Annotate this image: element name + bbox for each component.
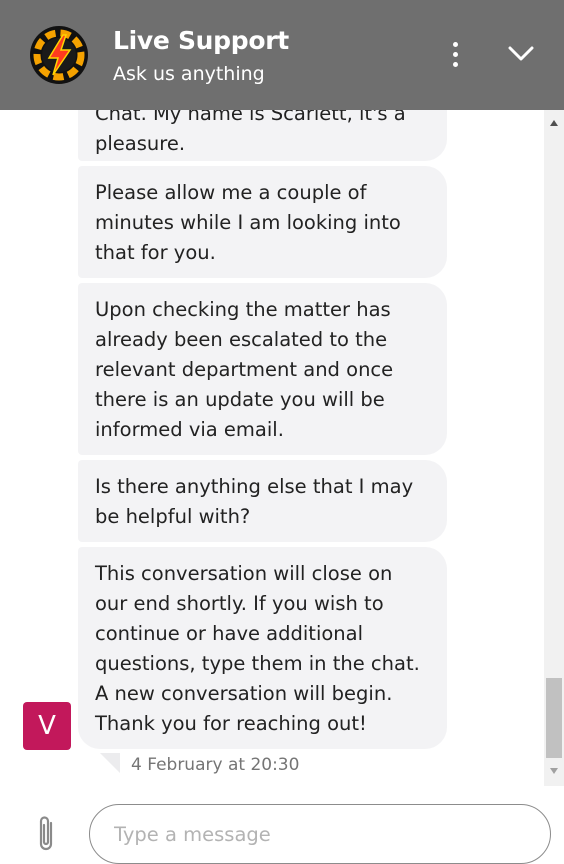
message-input[interactable] (89, 804, 551, 864)
message-composer (0, 786, 564, 864)
vertical-dots-icon[interactable] (440, 36, 470, 72)
message-list: Chat. My name is Scarlett, it's a pleasu… (0, 110, 544, 786)
scroll-down-arrow-icon[interactable] (549, 766, 559, 776)
chat-subtitle: Ask us anything (113, 63, 265, 85)
agent-avatar: V (23, 702, 71, 750)
message-bubble: Upon checking the matter has already bee… (78, 283, 447, 455)
chevron-down-icon[interactable] (504, 36, 538, 72)
lightning-bolt-coin-icon (30, 26, 88, 84)
message-bubble: Please allow me a couple of minutes whil… (78, 166, 447, 278)
chat-header: Live Support Ask us anything (0, 0, 564, 110)
scrollbar[interactable] (544, 110, 564, 786)
message-bubble: This conversation will close on our end … (78, 547, 447, 749)
message-bubble: Chat. My name is Scarlett, it's a pleasu… (78, 110, 447, 161)
message-timestamp: 4 February at 20:30 (131, 755, 300, 775)
scrollbar-thumb[interactable] (546, 678, 562, 758)
scroll-up-arrow-icon[interactable] (549, 118, 559, 128)
paperclip-icon[interactable] (34, 814, 58, 854)
message-tail-icon (100, 753, 120, 773)
chat-title: Live Support (113, 26, 289, 55)
message-bubble: Is there anything else that I may be hel… (78, 460, 447, 542)
